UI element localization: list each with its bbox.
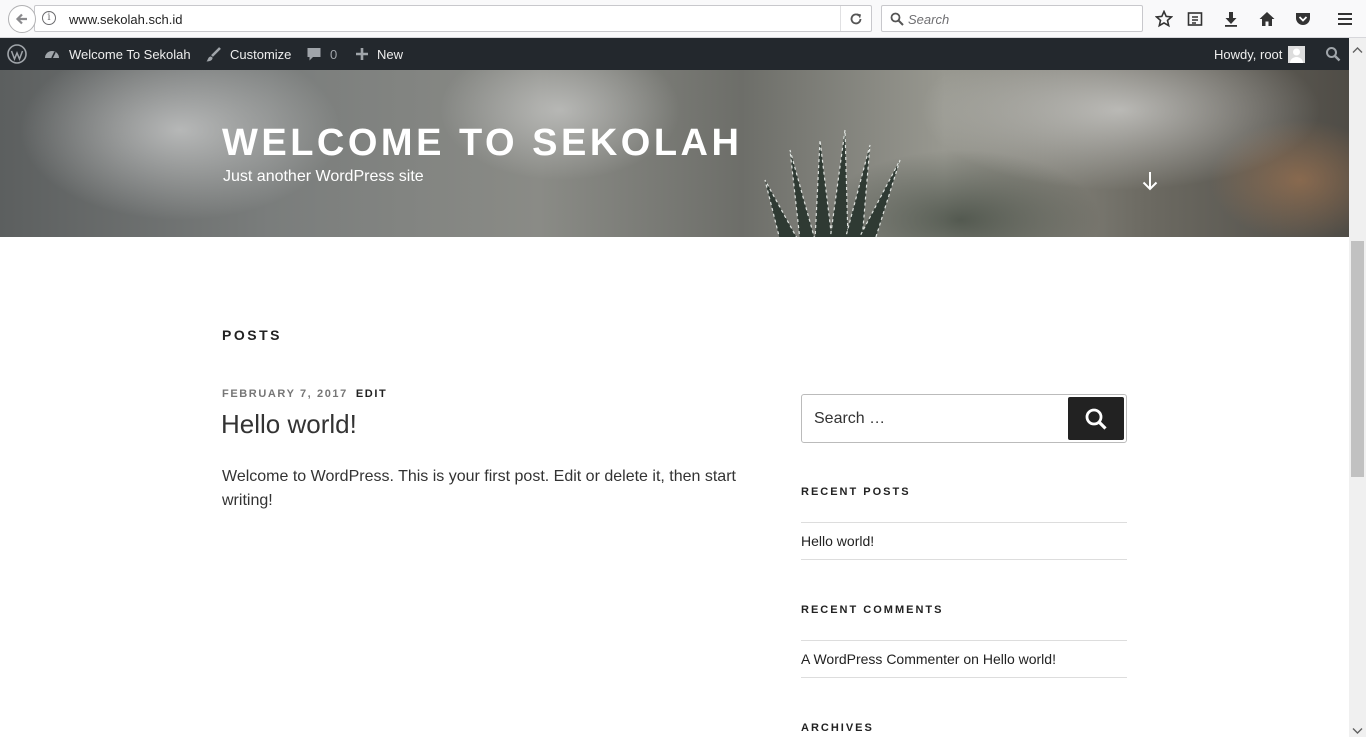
archives-title: ARCHIVES [801,722,874,734]
admin-comments-link[interactable]: 0 [306,38,337,70]
search-icon [890,12,904,26]
search-placeholder: Search [908,12,950,27]
howdy-text: Howdy, root [1214,46,1283,62]
url-text: www.sekolah.sch.id [69,12,183,27]
avatar [1288,45,1306,63]
paintbrush-icon [206,46,221,61]
post-excerpt: Welcome to WordPress. This is your first… [222,468,736,509]
recent-posts-title: RECENT POSTS [801,486,911,498]
admin-comments-count: 0 [330,46,338,62]
sidebar-search-input[interactable]: Search … [814,410,885,428]
admin-customize-link[interactable]: Customize [205,38,291,70]
comment-bubble-icon [307,48,321,61]
hamburger-menu-icon[interactable] [1335,9,1355,29]
browser-toolbar: i www.sekolah.sch.id Search [0,0,1366,38]
admin-customize-label: Customize [230,46,292,62]
admin-new-link[interactable]: New [355,38,403,70]
admin-site-name: Welcome To Sekolah [69,46,191,62]
plus-icon [356,48,368,60]
post-date[interactable]: FEBRUARY 7, 2017 [222,388,348,400]
comment-post-link[interactable]: Hello world! [983,651,1056,667]
site-title[interactable]: WELCOME TO SEKOLAH [222,122,742,165]
recent-comments-title: RECENT COMMENTS [801,604,944,616]
download-icon[interactable] [1221,9,1241,29]
comment-on-text: on [963,651,979,667]
url-bar[interactable]: i www.sekolah.sch.id [34,5,872,32]
post-title[interactable]: Hello world! [221,409,357,440]
site-info-icon[interactable]: i [42,11,56,25]
scroll-down-icon[interactable] [1352,722,1363,740]
post-meta: FEBRUARY 7, 2017 EDIT [222,388,387,400]
reading-list-icon[interactable] [1185,9,1205,29]
site-description: Just another WordPress site [223,168,424,185]
recent-posts-list: Hello world! [801,522,1127,560]
sidebar-search-button[interactable] [1068,397,1124,440]
browser-search-box[interactable]: Search [881,5,1143,32]
wordpress-logo-icon[interactable] [7,38,35,70]
admin-site-link[interactable]: Welcome To Sekolah [43,38,191,70]
post-edit-link[interactable]: EDIT [356,388,387,400]
arrow-left-icon [15,13,27,25]
comment-author-link[interactable]: A WordPress Commenter [801,651,959,667]
scroll-down-arrow-icon[interactable] [1140,170,1160,197]
admin-account-link[interactable]: Howdy, root [1214,38,1306,70]
page-section-label: POSTS [222,327,282,343]
reload-icon[interactable] [840,6,871,31]
wp-admin-bar: Welcome To Sekolah Customize 0 New Howdy… [0,38,1349,70]
dashboard-icon [45,51,59,59]
admin-new-label: New [377,46,404,62]
home-icon[interactable] [1257,9,1277,29]
sidebar-search-form: Search … [801,394,1127,443]
back-button[interactable] [8,5,36,33]
pocket-icon[interactable] [1293,9,1313,29]
scrollbar-thumb[interactable] [1351,241,1364,477]
recent-post-link[interactable]: Hello world! [801,533,874,549]
admin-search-icon[interactable] [1325,38,1349,70]
recent-comments-list: A WordPress Commenter on Hello world! [801,640,1127,678]
bookmark-star-icon[interactable] [1154,9,1174,29]
site-header: WELCOME TO SEKOLAH Just another WordPres… [0,70,1349,237]
user-avatar-icon [1290,48,1304,63]
search-icon [1085,408,1107,430]
scroll-up-icon[interactable] [1352,41,1363,59]
plant-image [764,129,901,237]
